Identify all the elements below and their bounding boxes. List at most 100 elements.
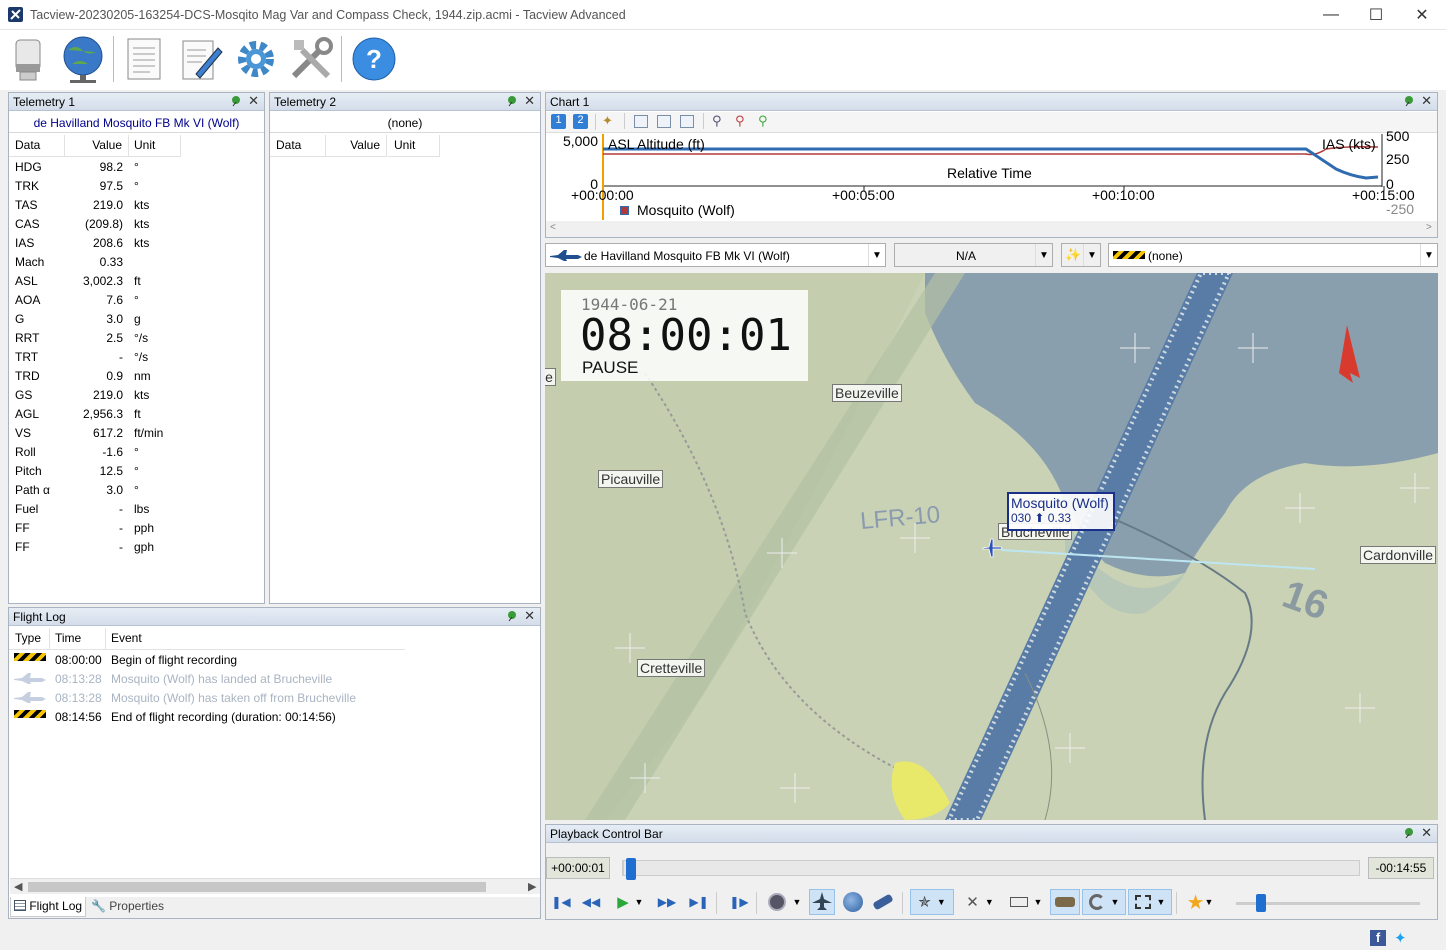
chart-area[interactable]: ASL Altitude (ft) IAS (kts) 5,000 0 500 … [546, 128, 1437, 220]
tools-icon[interactable] [286, 34, 336, 84]
chart-tab-1[interactable]: 1 [551, 114, 566, 129]
pin-icon[interactable] [506, 95, 518, 107]
col-header-unit[interactable]: Unit [388, 135, 440, 157]
log-row[interactable]: 08:14:56 End of flight recording (duratio… [9, 708, 529, 727]
skip-to-start-button[interactable]: ❚◀ [548, 889, 574, 915]
telemetry-row[interactable]: IAS 208.6 kts [9, 234, 259, 253]
col-header-data[interactable]: Data [270, 135, 326, 157]
telemetry-row[interactable]: Path α 3.0 ° [9, 481, 259, 500]
map-label-cretteville[interactable]: Cretteville [637, 659, 706, 677]
weapons-display-button[interactable]: ✕ ▼ [958, 889, 1002, 915]
usb-drive-icon[interactable] [6, 34, 56, 84]
log-row[interactable]: 08:13:28 Mosquito (Wolf) has landed at Br… [9, 670, 529, 689]
chevron-down-icon[interactable]: ▼ [1035, 244, 1052, 266]
chevron-down-icon[interactable]: ▼ [868, 244, 885, 266]
telemetry-row[interactable]: CAS (209.8) kts [9, 215, 259, 234]
scroll-right-icon[interactable]: > [1426, 222, 1432, 233]
facebook-icon[interactable]: f [1370, 930, 1386, 946]
col-header-type[interactable]: Type [9, 628, 50, 650]
minimize-button[interactable]: — [1308, 0, 1354, 30]
column-divider[interactable] [439, 135, 440, 157]
play-speed-dropdown[interactable]: ▼ [632, 889, 646, 915]
scrollbar-thumb[interactable] [28, 882, 486, 892]
map-label-cardonville[interactable]: Cardonville [1360, 546, 1437, 564]
altitude-marker-button[interactable]: ✯ ▼ [910, 889, 954, 915]
horizontal-scrollbar[interactable]: ◀ ▶ [10, 878, 540, 894]
chart-scrollbar[interactable]: < > [546, 221, 1437, 237]
labels-display-button[interactable]: ▼ [1004, 889, 1048, 915]
timeline-thumb[interactable] [625, 858, 636, 880]
chevron-down-icon[interactable]: ▼ [1083, 244, 1100, 266]
pin-icon[interactable] [506, 610, 518, 622]
bookmarks-button[interactable]: ★ ▼ [1182, 889, 1218, 915]
telemetry-row[interactable]: AOA 7.6 ° [9, 291, 259, 310]
speed-slider[interactable] [1236, 894, 1420, 912]
telemetry-row[interactable]: FF - gph [9, 538, 259, 557]
chart-tab-2[interactable]: 2 [573, 114, 588, 129]
telemetry-row[interactable]: RRT 2.5 °/s [9, 329, 259, 348]
globe-view-button[interactable] [840, 889, 866, 915]
telemetry-row[interactable]: TAS 219.0 kts [9, 196, 259, 215]
scroll-left-icon[interactable]: ◀ [14, 880, 22, 893]
chevron-down-icon[interactable]: ▼ [1420, 244, 1437, 266]
frame-display-button[interactable]: ▼ [1128, 889, 1172, 915]
log-row[interactable]: 08:13:28 Mosquito (Wolf) has taken off fr… [9, 689, 529, 708]
globe-network-icon[interactable] [58, 34, 108, 84]
timeline-slider[interactable] [622, 858, 1360, 880]
map-label-edge[interactable]: le [545, 368, 556, 386]
chart-layout-3-icon[interactable] [680, 115, 694, 128]
tab-properties[interactable]: 🔧 Properties [88, 898, 167, 917]
col-header-value[interactable]: Value [65, 135, 128, 157]
telemetry-row[interactable]: ASL 3,002.3 ft [9, 272, 259, 291]
col-header-time[interactable]: Time [49, 628, 105, 650]
pin-icon[interactable] [1403, 95, 1415, 107]
twitter-icon[interactable]: ✦ [1394, 929, 1407, 947]
telemetry-object-name[interactable]: (none) [270, 113, 540, 133]
telemetry-row[interactable]: Fuel - lbs [9, 500, 259, 519]
aircraft-label-box[interactable]: Mosquito (Wolf) 030 ⬆ 0.33 [1007, 492, 1115, 531]
col-header-unit[interactable]: Unit [128, 135, 180, 157]
aircraft-marker-icon[interactable] [981, 537, 1003, 559]
maximize-button[interactable]: ☐ [1353, 0, 1399, 30]
telescope-view-button[interactable] [870, 889, 896, 915]
map-label-picauville[interactable]: Picauville [598, 470, 664, 488]
zoom-fit-icon[interactable]: ⚲ [712, 113, 722, 129]
view-mode-selector[interactable]: ✨ ▼ [1061, 243, 1101, 267]
tab-flight-log[interactable]: Flight Log [10, 897, 86, 917]
close-icon[interactable]: ✕ [524, 93, 535, 109]
log-row[interactable]: 08:00:00 Begin of flight recording [9, 651, 529, 670]
rewind-button[interactable]: ◀◀ [578, 889, 604, 915]
column-divider[interactable] [180, 135, 181, 157]
close-icon[interactable]: ✕ [1421, 93, 1432, 109]
edit-notes-icon[interactable] [176, 34, 226, 84]
scroll-left-icon[interactable]: < [550, 222, 556, 233]
next-frame-button[interactable]: ❚▶ [726, 889, 752, 915]
col-header-data[interactable]: Data [9, 135, 65, 157]
help-icon[interactable]: ? [349, 34, 399, 84]
telemetry-row[interactable]: TRT - °/s [9, 348, 259, 367]
telemetry-row[interactable]: TRK 97.5 ° [9, 177, 259, 196]
col-header-event[interactable]: Event [105, 628, 405, 650]
telemetry-row[interactable]: Mach 0.33 [9, 253, 259, 272]
map-view[interactable]: LFR-10 16 1944-06-21 08:00:01 PAUSE le B… [545, 273, 1438, 820]
telemetry-row[interactable]: G 3.0 g [9, 310, 259, 329]
telemetry-row[interactable]: VS 617.2 ft/min [9, 424, 259, 443]
cockpit-view-button[interactable] [809, 889, 835, 915]
close-icon[interactable]: ✕ [524, 608, 535, 624]
telemetry-object-name[interactable]: de Havilland Mosquito FB Mk VI (Wolf) [9, 113, 264, 133]
pilot-view-dropdown[interactable]: ▼ [790, 889, 804, 915]
speed-slider-thumb[interactable] [1256, 894, 1266, 912]
zoom-out-icon[interactable]: ⚲ [735, 113, 745, 129]
gear-icon[interactable] [231, 34, 281, 84]
object-selector[interactable]: de Havilland Mosquito FB Mk VI (Wolf) ▼ [545, 243, 886, 267]
target-selector[interactable]: N/A ▼ [894, 243, 1053, 267]
telemetry-row[interactable]: AGL 2,956.3 ft [9, 405, 259, 424]
column-divider[interactable] [386, 135, 387, 157]
fast-forward-button[interactable]: ▶▶ [654, 889, 680, 915]
pin-icon[interactable] [1403, 827, 1415, 839]
magic-wand-icon[interactable]: ✦ [602, 113, 613, 129]
telemetry-row[interactable]: Roll -1.6 ° [9, 443, 259, 462]
scroll-right-icon[interactable]: ▶ [528, 880, 536, 893]
pilot-view-button[interactable] [764, 889, 790, 915]
radar-display-button[interactable]: ▼ [1082, 889, 1126, 915]
